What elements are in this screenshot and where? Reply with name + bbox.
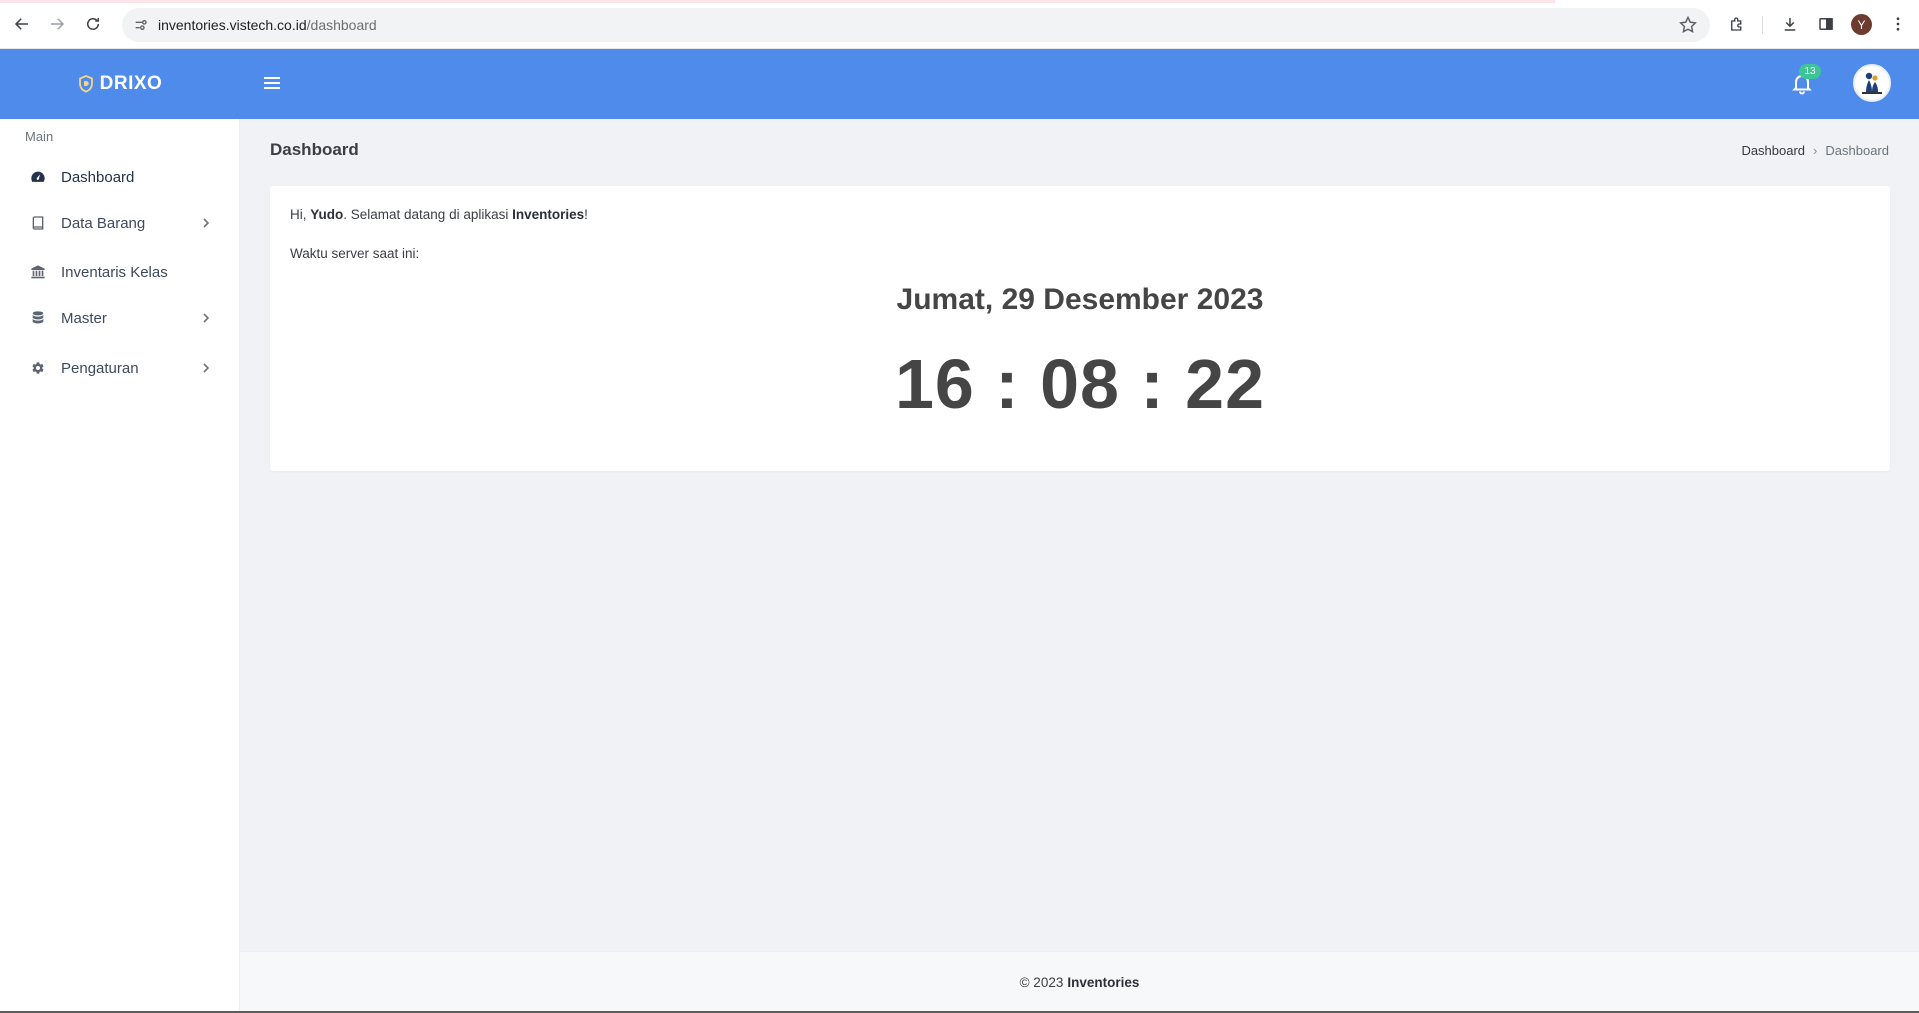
tab-strip-accent (0, 0, 1555, 3)
server-time-label: Waktu server saat ini: (290, 246, 420, 261)
sidebar-item-label: Pengaturan (61, 359, 139, 377)
main-content: Dashboard Dashboard › Dashboard Hi, Yudo… (240, 119, 1919, 951)
welcome-card: Hi, Yudo. Selamat datang di aplikasi Inv… (270, 186, 1890, 471)
footer: © 2023 Inventories (240, 951, 1919, 1013)
welcome-message: Hi, Yudo. Selamat datang di aplikasi Inv… (290, 207, 588, 222)
browser-profile-avatar[interactable]: Y (1851, 14, 1872, 35)
user-name: Yudo (310, 207, 344, 222)
brand-area: DRIXO (0, 49, 240, 119)
toolbar-divider (1762, 16, 1763, 34)
shield-logo-icon (78, 75, 93, 93)
address-bar[interactable]: inventories.vistech.co.id/dashboard (122, 8, 1710, 42)
app-name: Inventories (512, 207, 585, 222)
sidebar-section-title: Main (25, 129, 54, 144)
user-avatar[interactable] (1853, 64, 1891, 102)
gear-icon (29, 359, 47, 377)
page-title: Dashboard (270, 140, 359, 159)
database-icon (29, 309, 47, 327)
sidebar-item-dashboard[interactable]: Dashboard (0, 157, 240, 197)
footer-copyright: © 2023 (1019, 975, 1064, 990)
sidebar-item-data-barang[interactable]: Data Barang (0, 203, 240, 243)
breadcrumb-current: Dashboard (1825, 143, 1889, 158)
brand-logo[interactable]: DRIXO (78, 73, 163, 95)
sidebar-item-pengaturan[interactable]: Pengaturan (0, 348, 240, 388)
chevron-right-icon (203, 218, 210, 228)
notification-count-badge: 13 (1799, 64, 1821, 79)
extensions-icon[interactable] (1725, 12, 1749, 36)
url-text[interactable]: inventories.vistech.co.id/dashboard (158, 17, 377, 33)
app-topbar: 13 (240, 49, 1919, 119)
bookmark-star-icon[interactable] (1678, 15, 1698, 35)
brand-name: DRIXO (99, 73, 163, 94)
user-avatar-logo-icon (1862, 72, 1882, 94)
back-icon[interactable] (9, 11, 35, 37)
forward-icon[interactable] (44, 11, 70, 37)
site-info-icon[interactable] (124, 8, 158, 42)
server-date: Jumat, 29 Desember 2023 (896, 283, 1264, 316)
menu-toggle-icon[interactable] (260, 71, 284, 95)
side-panel-icon[interactable] (1814, 12, 1838, 36)
browser-menu-icon[interactable] (1886, 12, 1910, 36)
sidebar-item-inventaris-kelas[interactable]: Inventaris Kelas (0, 252, 240, 292)
browser-toolbar: inventories.vistech.co.id/dashboard Y (0, 0, 1919, 49)
sidebar-item-label: Data Barang (61, 214, 146, 232)
footer-brand: Inventories (1067, 975, 1140, 990)
download-icon[interactable] (1778, 12, 1802, 36)
sidebar-item-label: Master (61, 309, 107, 327)
book-icon (29, 214, 47, 232)
sidebar-item-label: Inventaris Kelas (61, 263, 168, 281)
reload-icon[interactable] (80, 11, 106, 37)
server-clock: 16 : 08 : 22 (895, 345, 1265, 423)
bank-icon (29, 263, 47, 281)
breadcrumb-link-dashboard[interactable]: Dashboard (1741, 143, 1805, 158)
sidebar-item-label: Dashboard (61, 168, 135, 186)
breadcrumb-separator-icon: › (1813, 143, 1818, 158)
sidebar: Main Dashboard Data Barang Inventaris Ke… (0, 119, 240, 1013)
chevron-right-icon (203, 363, 210, 373)
sidebar-item-master[interactable]: Master (0, 298, 240, 338)
breadcrumb: Dashboard › Dashboard (1741, 143, 1889, 158)
chevron-right-icon (203, 313, 210, 323)
dashboard-gauge-icon (29, 168, 47, 186)
